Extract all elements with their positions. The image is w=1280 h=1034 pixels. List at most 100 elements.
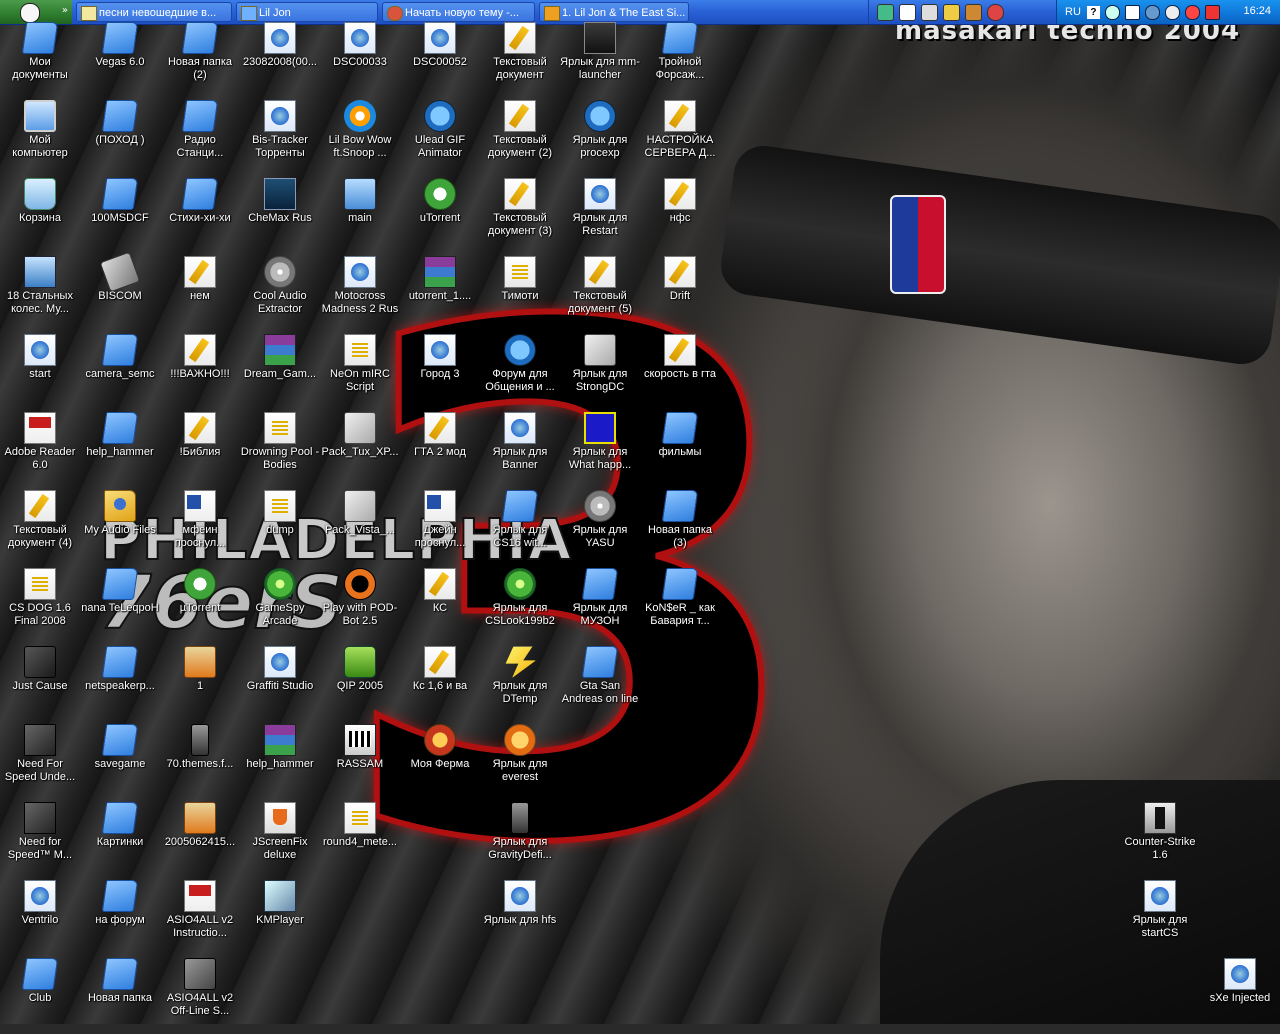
taskbar-button-browser[interactable]: Начать новую тему -... [382,2,535,22]
desktop-icon[interactable]: Motocross Madness 2 Rus [320,254,400,332]
desktop-icon[interactable]: help_hammer [80,410,160,488]
desktop-icon[interactable]: Ярлык для What happ... [560,410,640,488]
desktop-icon[interactable]: КС [400,566,480,644]
desktop-icon[interactable]: Cool Audio Extractor [240,254,320,332]
clock[interactable]: 16:24 [1243,5,1271,17]
quick-launch-icon[interactable] [987,3,1004,21]
desktop-icon[interactable]: Ярлык для everest [480,722,560,800]
taskbar-button-lil-jon[interactable]: Lil Jon [236,2,378,22]
desktop-icon[interactable]: Кс 1,6 и ва [400,644,480,722]
desktop-icon[interactable]: Drowning Pool - Bodies [240,410,320,488]
desktop-icon[interactable]: GameSpy Arcade [240,566,320,644]
desktop-icon[interactable]: нем [160,254,240,332]
desktop-icon[interactable]: Ярлык для startCS [1120,878,1200,956]
desktop-icon[interactable]: Ярлык для Banner [480,410,560,488]
desktop-icon[interactable]: Gta San Andreas on line [560,644,640,722]
desktop-icon[interactable]: netspeakerp... [80,644,160,722]
language-indicator[interactable]: RU [1065,6,1081,18]
desktop-icon[interactable]: Ярлык для mm-launcher [560,20,640,98]
desktop-icon[interactable]: Город 3 [400,332,480,410]
desktop-icon[interactable]: 100MSDCF [80,176,160,254]
desktop-icon[interactable]: round4_mete... [320,800,400,878]
desktop-icon[interactable]: НАСТРОЙКА СЕРВЕРА Д... [640,98,720,176]
desktop-icon[interactable]: RASSAM [320,722,400,800]
desktop-icon[interactable]: Текстовый документ (5) [560,254,640,332]
desktop-icon[interactable]: CS DOG 1.6 Final 2008 [0,566,80,644]
desktop-icon[interactable]: start [0,332,80,410]
desktop-icon[interactable]: CheMax Rus [240,176,320,254]
desktop-icon[interactable]: Club [0,956,80,1034]
desktop-icon[interactable]: Новая папка [80,956,160,1034]
desktop-icon[interactable]: Ярлык для YASU [560,488,640,566]
desktop-icon[interactable]: ASIO4ALL v2 Off-Line S... [160,956,240,1034]
desktop-icon[interactable]: utorrent_1.... [400,254,480,332]
desktop-icon[interactable]: Текстовый документ (2) [480,98,560,176]
desktop-icon[interactable]: Картинки [80,800,160,878]
antivirus-icon[interactable] [1144,4,1160,20]
desktop-icon[interactable]: main [320,176,400,254]
quick-launch-icon[interactable] [965,3,982,21]
desktop-icon[interactable]: Bis-Tracker Торренты [240,98,320,176]
taskbar-button-player[interactable]: 1. Lil Jon & The East Si... [539,2,689,22]
desktop-icon[interactable]: KMPlayer [240,878,320,956]
desktop-icon[interactable]: µTorrent [160,566,240,644]
desktop-icon[interactable]: на форум [80,878,160,956]
speaker-icon[interactable] [1164,4,1180,20]
desktop-icon[interactable]: Ярлык для GravityDefi... [480,800,560,878]
desktop-icon[interactable]: 18 Стальных колес. Му... [0,254,80,332]
desktop-icon[interactable]: 70.themes.f... [160,722,240,800]
desktop-icon[interactable]: Adobe Reader 6.0 [0,410,80,488]
desktop-icon[interactable]: KoN$eR _ как Бавария т... [640,566,720,644]
desktop-icon[interactable]: Ярлык для CSLook199b2 [480,566,560,644]
desktop-icon[interactable]: Dream_Gam... [240,332,320,410]
desktop-icon[interactable]: Ярлык для StrongDC [560,332,640,410]
desktop-icon[interactable]: camera_semc [80,332,160,410]
desktop-icon[interactable]: Форум для Общения и ... [480,332,560,410]
desktop-icon[interactable]: скорость в гта [640,332,720,410]
desktop-icon[interactable]: Drift [640,254,720,332]
desktop-icon[interactable]: Текстовый документ (3) [480,176,560,254]
desktop-icon[interactable]: Ярлык для Restart [560,176,640,254]
desktop-icon[interactable]: Ярлык для CS16 wit... [480,488,560,566]
desktop-icon[interactable]: !Библия [160,410,240,488]
quick-launch-icon[interactable] [921,3,938,21]
desktop-icon[interactable]: Новая папка (2) [160,20,240,98]
desktop-icon[interactable]: Тройной Форсаж... [640,20,720,98]
desktop-icon[interactable]: Мои документы [0,20,80,98]
desktop-icon[interactable]: QIP 2005 [320,644,400,722]
desktop-icon[interactable]: JScreenFix deluxe [240,800,320,878]
desktop-icon[interactable]: Моя Ферма [400,722,480,800]
desktop-icon[interactable]: Мой компьютер [0,98,80,176]
no-connection-icon[interactable] [1184,4,1200,20]
desktop-icon[interactable]: Джейн проснул... [400,488,480,566]
desktop-icon[interactable]: нфс [640,176,720,254]
desktop-icon[interactable]: Lil Bow Wow ft.Snoop ... [320,98,400,176]
desktop-icon[interactable]: uTorrent [400,176,480,254]
desktop-icon[interactable]: Стихи-хи-хи [160,176,240,254]
desktop-icon[interactable]: 1 [160,644,240,722]
desktop-icon[interactable]: savegame [80,722,160,800]
desktop-icon[interactable]: help_hammer [240,722,320,800]
monitor-icon[interactable] [1124,4,1140,20]
desktop-icon[interactable]: мфеин проснул... [160,488,240,566]
desktop-icon[interactable]: Counter-Strike 1.6 [1120,800,1200,878]
desktop-icon[interactable]: ГТА 2 мод [400,410,480,488]
desktop-icon[interactable]: Текстовый документ (4) [0,488,80,566]
desktop-icon[interactable]: Тимоти [480,254,560,332]
desktop-icon[interactable]: Текстовый документ [480,20,560,98]
desktop-icon[interactable]: NeOn mIRC Script [320,332,400,410]
desktop-icon[interactable]: BISCOM [80,251,160,332]
desktop-icon[interactable]: Ярлык для МУЗОН [560,566,640,644]
desktop-icon[interactable]: Ярлык для DTemp [480,644,560,722]
desktop-icon[interactable]: Just Cause [0,644,80,722]
desktop-icon[interactable]: фильмы [640,410,720,488]
desktop-icon[interactable]: Ventrilo [0,878,80,956]
desktop-icon[interactable]: Радио Станци... [160,98,240,176]
desktop-icon[interactable]: 23082008(00... [240,20,320,98]
desktop-icon[interactable]: Корзина [0,176,80,254]
network-icon[interactable] [1104,4,1120,20]
quick-launch-icon[interactable] [943,3,960,21]
desktop-icon[interactable]: 2005062415... [160,800,240,878]
desktop-icon[interactable]: Need for Speed™ M... [0,800,80,878]
desktop-icon[interactable]: Ярлык для hfs [480,878,560,956]
